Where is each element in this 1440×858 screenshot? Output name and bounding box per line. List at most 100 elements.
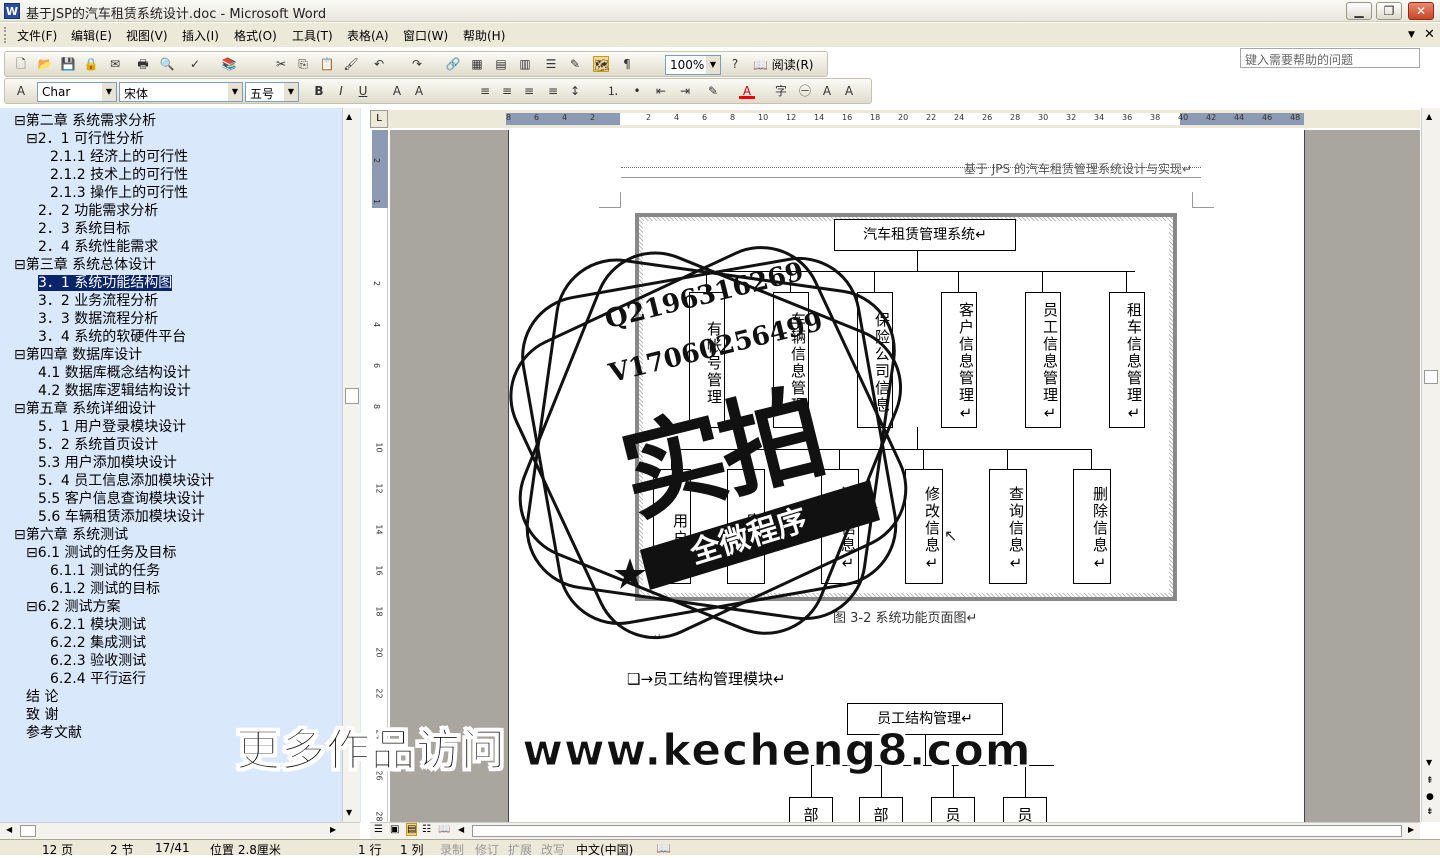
scroll-right-icon[interactable]: ▶: [1408, 825, 1414, 834]
nav-item[interactable]: 6.1.2 测试的目标: [50, 580, 160, 598]
paste-icon[interactable]: 📋: [319, 56, 335, 72]
restore-button[interactable]: ❐: [1376, 2, 1402, 20]
enclose-char-icon[interactable]: ㊀: [797, 83, 813, 99]
status-field[interactable]: 改写: [541, 841, 565, 858]
menu-item[interactable]: 编辑(E): [71, 27, 112, 44]
normal-view-icon[interactable]: ☰: [374, 824, 383, 835]
decrease-indent-icon[interactable]: ⇤: [653, 83, 669, 99]
redo-icon[interactable]: ↷: [409, 56, 425, 72]
italic-icon[interactable]: I: [333, 83, 349, 99]
tab-selector[interactable]: L: [370, 110, 388, 128]
menu-item[interactable]: 视图(V): [126, 27, 168, 44]
scroll-up-icon[interactable]: ▲: [1426, 112, 1432, 121]
print-icon[interactable]: 🖶: [135, 56, 151, 72]
nav-item[interactable]: ⊟6.2 测试方案: [26, 598, 120, 616]
nav-item[interactable]: 6.2.3 验收测试: [50, 652, 146, 670]
print-view-icon[interactable]: ▤: [406, 823, 418, 836]
grow-font-icon[interactable]: A: [819, 83, 835, 99]
new-icon[interactable]: 🗋: [13, 56, 29, 72]
nav-item[interactable]: 2.1.3 操作上的可行性: [50, 184, 188, 202]
nav-item[interactable]: 2．2 功能需求分析: [38, 202, 158, 220]
document-hscrollbar[interactable]: ☰ ▣ ▤ ☷ 📖 ◀ ▶: [370, 822, 1420, 839]
next-page-icon[interactable]: ⇟: [1426, 807, 1434, 817]
menu-item[interactable]: 窗口(W): [403, 27, 448, 44]
columns-icon[interactable]: ☰: [543, 56, 559, 72]
nav-item[interactable]: 2.1.2 技术上的可行性: [50, 166, 188, 184]
horizontal-ruler[interactable]: 8 6 4 2 2 4 6 8 10 12 14 16 18 20 22 24 26 28 30 32 34 36 38 40…: [388, 110, 1420, 128]
save-icon[interactable]: 💾: [60, 56, 76, 72]
tables-borders-icon[interactable]: ▦: [469, 56, 485, 72]
web-view-icon[interactable]: ▣: [390, 824, 399, 835]
line-spacing-icon[interactable]: ↕: [567, 83, 583, 99]
nav-item[interactable]: 2.1.1 经济上的可行性: [50, 148, 188, 166]
reading-view-icon[interactable]: 📖: [438, 824, 450, 835]
nav-item[interactable]: ⊟第六章 系统测试: [14, 526, 128, 544]
nav-item[interactable]: 5．1 用户登录模块设计: [38, 418, 186, 436]
permission-icon[interactable]: 🔒: [83, 56, 99, 72]
status-field[interactable]: 扩展: [508, 841, 532, 858]
menu-item[interactable]: 插入(I): [182, 27, 219, 44]
justify-icon[interactable]: ≡: [545, 83, 561, 99]
nav-item[interactable]: 6.1.1 测试的任务: [50, 562, 160, 580]
drawing-icon[interactable]: ✎: [567, 56, 583, 72]
scroll-thumb[interactable]: [1424, 370, 1438, 384]
outline-view-icon[interactable]: ☷: [422, 824, 431, 835]
cut-icon[interactable]: ✂: [273, 56, 289, 72]
spelling-status-icon[interactable]: 📖: [656, 841, 671, 855]
underline-icon[interactable]: U: [355, 83, 371, 99]
char-border-icon[interactable]: A: [389, 83, 405, 99]
nav-item-selected[interactable]: 3．1 系统功能结构图: [38, 274, 173, 292]
scroll-down-icon[interactable]: ▼: [346, 808, 352, 817]
nav-item[interactable]: ⊟6.1 测试的任务及目标: [26, 544, 176, 562]
scroll-left-icon[interactable]: ◀: [458, 825, 464, 834]
format-painter-icon[interactable]: 🖌: [343, 56, 359, 72]
status-field[interactable]: 修订: [475, 841, 499, 858]
nav-item[interactable]: 5.6 车辆租赁添加模块设计: [38, 508, 205, 526]
font-size-select[interactable]: 五号 ▼: [245, 82, 299, 102]
word-app-icon[interactable]: W: [4, 3, 20, 19]
help-icon[interactable]: ?: [727, 56, 743, 72]
browse-object-icon[interactable]: ●: [1426, 792, 1434, 802]
nav-item[interactable]: ⊟第二章 系统需求分析: [14, 112, 156, 130]
undo-icon[interactable]: ↶: [371, 56, 387, 72]
status-field[interactable]: 录制: [440, 841, 464, 858]
bullets-icon[interactable]: •: [629, 83, 645, 99]
reading-mode-button[interactable]: 📖 阅读(R): [753, 56, 813, 73]
help-search-input[interactable]: 键入需要帮助的问题: [1240, 48, 1420, 68]
scroll-thumb[interactable]: [20, 825, 36, 837]
nav-item[interactable]: 4.2 数据库逻辑结构设计: [38, 382, 191, 400]
zoom-select[interactable]: 100% ▼: [665, 55, 721, 75]
scroll-thumb[interactable]: [345, 388, 359, 404]
document-vscrollbar[interactable]: ▲ ▼ ⇞ ● ⇟: [1421, 108, 1440, 822]
nav-item[interactable]: 结 论: [26, 688, 58, 706]
scroll-up-icon[interactable]: ▲: [346, 112, 352, 121]
previous-page-icon[interactable]: ⇞: [1426, 776, 1434, 786]
nav-item[interactable]: ⊟第五章 系统详细设计: [14, 400, 156, 418]
nav-item[interactable]: ⊟第四章 数据库设计: [14, 346, 142, 364]
insert-excel-icon[interactable]: ▥: [517, 56, 533, 72]
hyperlink-icon[interactable]: 🔗: [445, 56, 461, 72]
open-icon[interactable]: 📂: [37, 56, 53, 72]
char-shading-icon[interactable]: A: [411, 83, 427, 99]
nav-item[interactable]: 5．4 员工信息添加模块设计: [38, 472, 214, 490]
scroll-down-icon[interactable]: ▼: [1426, 758, 1432, 767]
nav-item[interactable]: 4.1 数据库概念结构设计: [38, 364, 191, 382]
menu-item[interactable]: 格式(O): [234, 27, 277, 44]
align-right-icon[interactable]: ≡: [521, 83, 537, 99]
nav-item[interactable]: 5.5 客户信息查询模块设计: [38, 490, 205, 508]
email-icon[interactable]: ✉: [107, 56, 123, 72]
font-select[interactable]: 宋体 ▼: [119, 82, 243, 102]
spelling-icon[interactable]: ✓: [187, 56, 203, 72]
numbering-icon[interactable]: ⒈: [605, 83, 621, 99]
document-map-icon[interactable]: 🗺: [593, 56, 609, 72]
nav-item[interactable]: 2．3 系统目标: [38, 220, 130, 238]
minimize-button[interactable]: ▁: [1346, 2, 1372, 20]
print-preview-icon[interactable]: 🔍: [159, 56, 175, 72]
nav-item[interactable]: 2．4 系统性能需求: [38, 238, 158, 256]
nav-item[interactable]: ⊟2．1 可行性分析: [26, 130, 144, 148]
nav-item[interactable]: 致 谢: [26, 706, 58, 724]
nav-item[interactable]: 3．2 业务流程分析: [38, 292, 158, 310]
menu-item[interactable]: 表格(A): [347, 27, 389, 44]
scroll-right-icon[interactable]: ▶: [330, 825, 336, 834]
style-select[interactable]: Char ▼: [37, 82, 117, 102]
